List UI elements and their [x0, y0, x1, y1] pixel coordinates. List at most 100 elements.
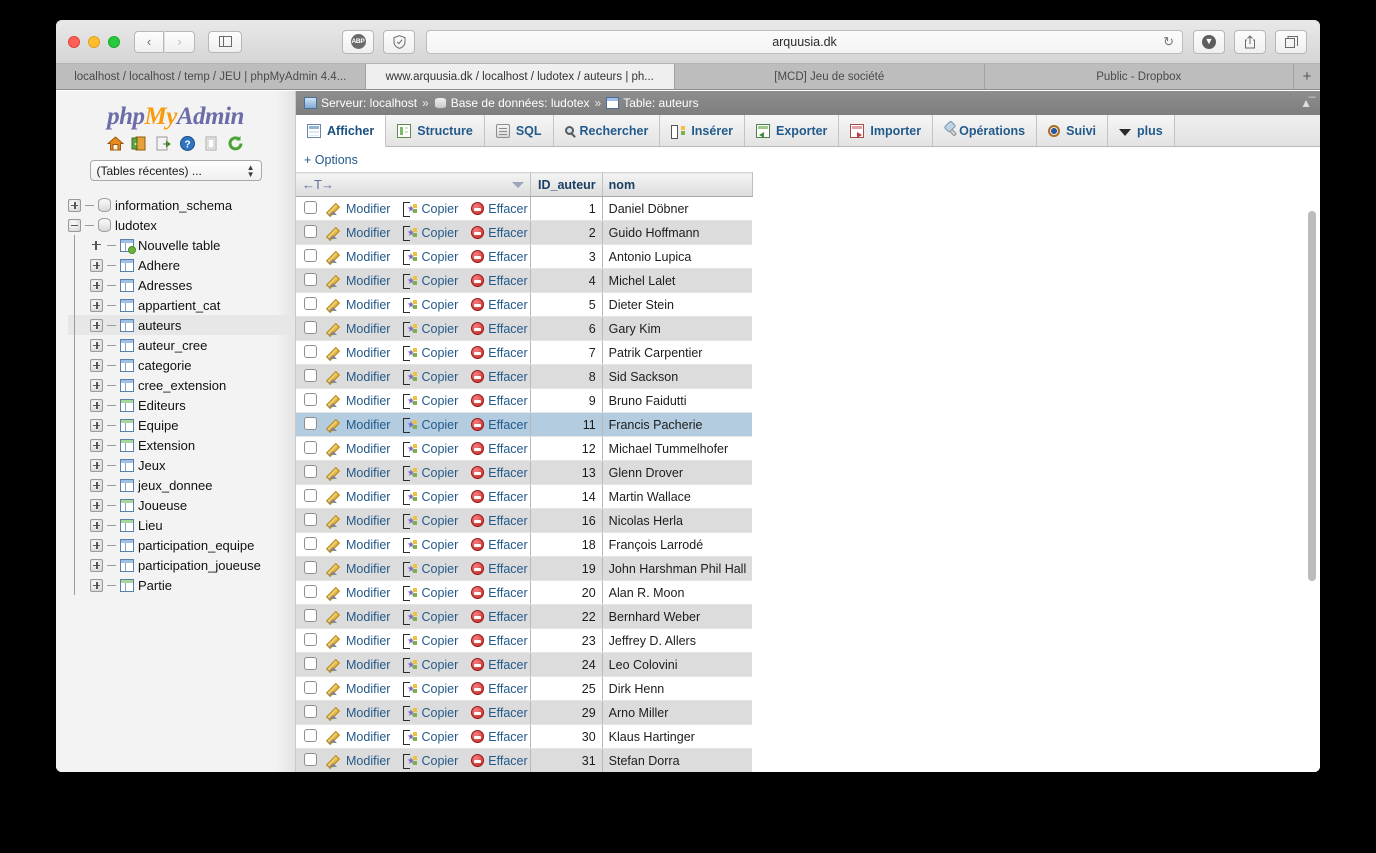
tab-structure[interactable]: Structure: [386, 115, 485, 146]
edit-row-link[interactable]: Modifier: [329, 274, 390, 288]
delete-row-link[interactable]: Effacer: [471, 562, 528, 576]
delete-row-link[interactable]: Effacer: [471, 610, 528, 624]
tab-sql[interactable]: SQL: [484, 115, 554, 146]
edit-row-link[interactable]: Modifier: [329, 514, 390, 528]
recent-tables-select[interactable]: (Tables récentes) ... ▲ ▼: [89, 160, 262, 181]
tree-item-categorie[interactable]: categorie: [68, 355, 295, 375]
delete-row-link[interactable]: Effacer: [471, 706, 528, 720]
expand-node-icon[interactable]: [90, 298, 103, 312]
row-checkbox[interactable]: [304, 296, 317, 310]
url-bar[interactable]: arquusia.dk ↻: [426, 29, 1183, 54]
copy-row-link[interactable]: Copier: [403, 610, 458, 625]
row-checkbox[interactable]: [304, 320, 317, 334]
cell-nom[interactable]: Alan R. Moon: [602, 580, 753, 605]
tree-item-lieu[interactable]: Lieu: [68, 515, 295, 535]
expand-node-icon[interactable]: [90, 538, 103, 552]
row-checkbox[interactable]: [304, 272, 317, 286]
copy-row-link[interactable]: Copier: [403, 202, 458, 217]
column-header-id[interactable]: ID_auteur: [530, 172, 603, 197]
cell-nom[interactable]: Sid Sackson: [602, 364, 753, 389]
expand-node-icon[interactable]: [90, 478, 103, 492]
expand-node-icon[interactable]: [90, 358, 103, 372]
cell-nom[interactable]: Dirk Henn: [602, 676, 753, 701]
row-checkbox[interactable]: [304, 344, 317, 358]
tree-item-information_schema[interactable]: information_schema: [68, 195, 295, 215]
delete-row-link[interactable]: Effacer: [471, 298, 528, 312]
edit-row-link[interactable]: Modifier: [329, 658, 390, 672]
row-checkbox[interactable]: [304, 368, 317, 382]
edit-row-link[interactable]: Modifier: [329, 610, 390, 624]
table-row[interactable]: Modifier Copier Effacer 12 Michael Tummelhof…: [296, 436, 753, 461]
cell-id-auteur[interactable]: 20: [529, 580, 603, 605]
delete-row-link[interactable]: Effacer: [471, 658, 528, 672]
tab-ins-rer[interactable]: Insérer: [660, 115, 746, 146]
cell-id-auteur[interactable]: 2: [529, 220, 603, 245]
row-checkbox[interactable]: [304, 560, 317, 574]
row-checkbox[interactable]: [304, 512, 317, 526]
cell-id-auteur[interactable]: 8: [529, 364, 603, 389]
expand-node-icon[interactable]: [90, 398, 103, 412]
copy-row-link[interactable]: Copier: [403, 346, 458, 361]
copy-row-link[interactable]: Copier: [403, 274, 458, 289]
copy-row-link[interactable]: Copier: [403, 706, 458, 721]
tree-item-equipe[interactable]: Equipe: [68, 415, 295, 435]
cell-id-auteur[interactable]: 16: [529, 508, 603, 533]
table-row[interactable]: Modifier Copier Effacer 19 John Harshman Phi…: [296, 556, 753, 581]
tree-item-auteur_cree[interactable]: auteur_cree: [68, 335, 295, 355]
cell-id-auteur[interactable]: 13: [529, 460, 603, 485]
table-row[interactable]: Modifier Copier Effacer 31 Stefan Dorra: [296, 748, 753, 772]
edit-row-link[interactable]: Modifier: [329, 586, 390, 600]
expand-node-icon[interactable]: [90, 558, 103, 572]
edit-row-link[interactable]: Modifier: [329, 754, 390, 768]
tree-item-cree_extension[interactable]: cree_extension: [68, 375, 295, 395]
edit-row-link[interactable]: Modifier: [329, 682, 390, 696]
expand-node-icon[interactable]: [90, 438, 103, 452]
edit-row-link[interactable]: Modifier: [329, 490, 390, 504]
cell-nom[interactable]: Glenn Drover: [602, 460, 753, 485]
cell-id-auteur[interactable]: 5: [529, 292, 603, 317]
row-checkbox[interactable]: [304, 440, 317, 454]
edit-row-link[interactable]: Modifier: [329, 370, 390, 384]
row-checkbox[interactable]: [304, 224, 317, 238]
cell-nom[interactable]: John Harshman Phil Hall: [602, 556, 753, 581]
copy-row-link[interactable]: Copier: [403, 586, 458, 601]
edit-row-link[interactable]: Modifier: [329, 322, 390, 336]
copy-row-link[interactable]: Copier: [403, 634, 458, 649]
table-row[interactable]: Modifier Copier Effacer 25 Dirk Henn: [296, 676, 753, 701]
table-row[interactable]: Modifier Copier Effacer 29 Arno Miller: [296, 700, 753, 725]
column-header-nom[interactable]: nom: [602, 172, 753, 197]
cell-nom[interactable]: Stefan Dorra: [602, 748, 753, 772]
cell-nom[interactable]: Patrik Carpentier: [602, 340, 753, 365]
copy-row-link[interactable]: Copier: [403, 442, 458, 457]
browser-tab-2[interactable]: [MCD] Jeu de société: [675, 64, 985, 89]
row-checkbox[interactable]: [304, 488, 317, 502]
table-row[interactable]: Modifier Copier Effacer 13 Glenn Drover: [296, 460, 753, 485]
forward-button[interactable]: ›: [165, 30, 195, 53]
row-checkbox[interactable]: [304, 464, 317, 478]
cell-id-auteur[interactable]: 30: [529, 724, 603, 749]
copy-row-link[interactable]: Copier: [403, 418, 458, 433]
collapse-node-icon[interactable]: [68, 218, 81, 232]
doc-icon[interactable]: [203, 135, 220, 152]
cell-nom[interactable]: Gary Kim: [602, 316, 753, 341]
delete-row-link[interactable]: Effacer: [471, 346, 528, 360]
cell-id-auteur[interactable]: 4: [529, 268, 603, 293]
table-row[interactable]: Modifier Copier Effacer 22 Bernhard Weber: [296, 604, 753, 629]
expand-node-icon[interactable]: [90, 318, 103, 332]
chevron-down-icon[interactable]: [511, 181, 524, 188]
row-checkbox[interactable]: [304, 200, 317, 214]
sort-options-header[interactable]: ←T→: [296, 172, 531, 197]
cell-id-auteur[interactable]: 31: [529, 748, 603, 772]
table-row[interactable]: Modifier Copier Effacer 3 Antonio Lupica: [296, 244, 753, 269]
row-checkbox[interactable]: [304, 752, 317, 766]
tabs-overview-button[interactable]: [1275, 29, 1307, 54]
tab-op-rations[interactable]: Opérations: [933, 115, 1038, 146]
tree-item-extension[interactable]: Extension: [68, 435, 295, 455]
delete-row-link[interactable]: Effacer: [471, 274, 528, 288]
sidebar-toggle-button[interactable]: [208, 30, 242, 53]
delete-row-link[interactable]: Effacer: [471, 730, 528, 744]
copy-row-link[interactable]: Copier: [403, 322, 458, 337]
delete-row-link[interactable]: Effacer: [471, 370, 528, 384]
delete-row-link[interactable]: Effacer: [471, 394, 528, 408]
cell-nom[interactable]: Klaus Hartinger: [602, 724, 753, 749]
